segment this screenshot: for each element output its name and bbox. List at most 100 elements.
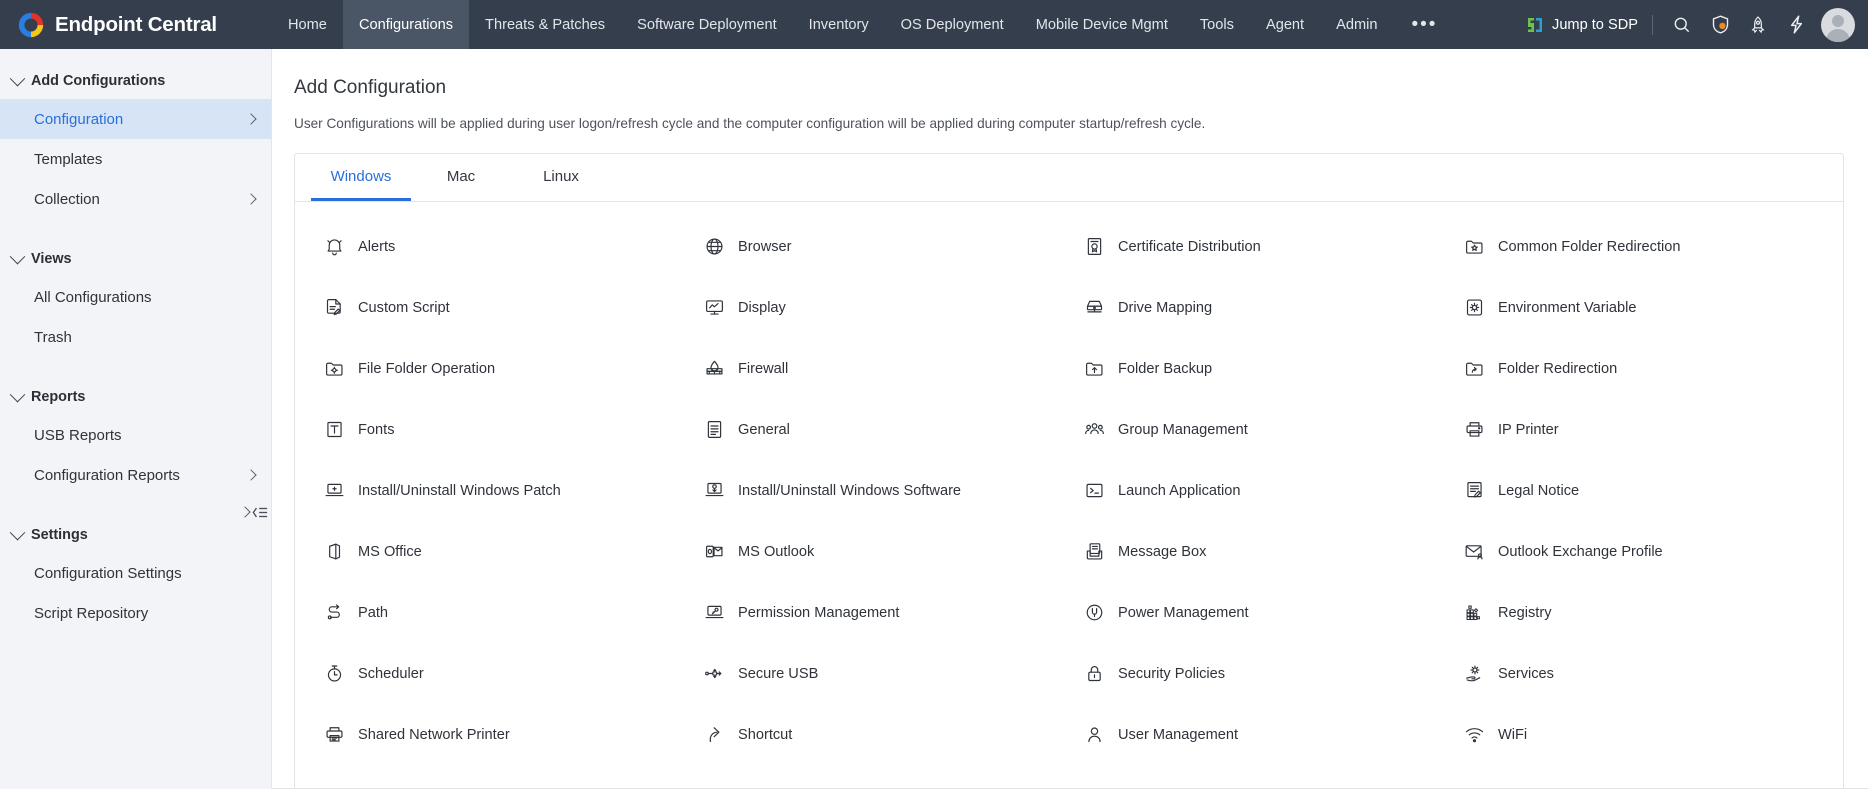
configuration-item-folder-backup[interactable]: Folder Backup [1073,338,1453,399]
endpoint-central-logo-icon [16,10,46,40]
sidebar-group-header[interactable]: Settings [0,517,271,553]
tab-mac[interactable]: Mac [411,154,511,201]
tab-windows[interactable]: Windows [311,154,411,201]
configuration-item-label: Shared Network Printer [358,727,510,743]
configuration-item-install-uninstall-windows-patch[interactable]: Install/Uninstall Windows Patch [313,460,693,521]
configuration-item-environment-variable[interactable]: Environment Variable [1453,277,1833,338]
configuration-item-ms-office[interactable]: MS Office [313,521,693,582]
sidebar-group-header[interactable]: Views [0,241,271,277]
sidebar-item-configuration-settings[interactable]: Configuration Settings [0,553,271,593]
sidebar-group-title: Add Configurations [31,73,165,89]
page-title: Add Configuration [272,77,1868,99]
nav-item-software-deployment[interactable]: Software Deployment [621,0,793,49]
configuration-item-label: Permission Management [738,605,899,621]
sidebar-item-trash[interactable]: Trash [0,317,271,357]
bell-icon [323,236,345,258]
configuration-item-scheduler[interactable]: Scheduler [313,643,693,704]
shield-icon[interactable] [1701,6,1739,44]
configuration-item-label: Folder Redirection [1498,361,1617,377]
folder-arrow-icon [1463,358,1485,380]
lightning-icon[interactable] [1777,6,1815,44]
sidebar-item-configuration[interactable]: Configuration [0,99,271,139]
nav-item-mobile-device-mgmt[interactable]: Mobile Device Mgmt [1020,0,1184,49]
configuration-item-permission-management[interactable]: Permission Management [693,582,1073,643]
gear-hand-icon [1463,663,1485,685]
folder-star-icon [1463,236,1485,258]
configuration-item-message-box[interactable]: Message Box [1073,521,1453,582]
avatar[interactable] [1821,8,1855,42]
brand[interactable]: Endpoint Central [0,0,272,49]
nav-more-icon[interactable]: ••• [1393,0,1455,49]
sidebar-item-script-repository[interactable]: Script Repository [0,593,271,633]
search-icon[interactable] [1663,6,1701,44]
configuration-item-ms-outlook[interactable]: MS Outlook [693,521,1073,582]
nav-item-inventory[interactable]: Inventory [793,0,885,49]
configuration-item-label: Custom Script [358,300,450,316]
configuration-item-label: Power Management [1118,605,1249,621]
configuration-item-outlook-exchange-profile[interactable]: Outlook Exchange Profile [1453,521,1833,582]
configuration-item-legal-notice[interactable]: Legal Notice [1453,460,1833,521]
sidebar-item-configuration-reports[interactable]: Configuration Reports [0,455,271,495]
sidebar-item-collection[interactable]: Collection [0,179,271,219]
configuration-item-custom-script[interactable]: Custom Script [313,277,693,338]
sidebar-item-all-configurations[interactable]: All Configurations [0,277,271,317]
sidebar-item-label: USB Reports [34,427,259,444]
firewall-icon [703,358,725,380]
configuration-item-fonts[interactable]: Fonts [313,399,693,460]
jump-to-sdp-label: Jump to SDP [1552,17,1638,33]
rocket-icon[interactable] [1739,6,1777,44]
sidebar-group-header[interactable]: Add Configurations [0,63,271,99]
nav-item-configurations[interactable]: Configurations [343,0,469,49]
configuration-item-general[interactable]: General [693,399,1073,460]
collapse-sidebar-icon[interactable] [237,489,271,535]
nav-item-threats-patches[interactable]: Threats & Patches [469,0,621,49]
configuration-item-ip-printer[interactable]: IP Printer [1453,399,1833,460]
sidebar-group-title: Views [31,251,72,267]
tab-linux[interactable]: Linux [511,154,611,201]
nav-item-tools[interactable]: Tools [1184,0,1250,49]
envelope-user-icon [1463,541,1485,563]
top-nav-items: HomeConfigurationsThreats & PatchesSoftw… [272,0,1525,49]
page-subtitle: User Configurations will be applied duri… [272,116,1868,131]
configuration-item-power-management[interactable]: Power Management [1073,582,1453,643]
configuration-item-certificate-distribution[interactable]: Certificate Distribution [1073,216,1453,277]
nav-item-admin[interactable]: Admin [1320,0,1393,49]
configuration-item-label: Install/Uninstall Windows Software [738,483,961,499]
configuration-item-firewall[interactable]: Firewall [693,338,1073,399]
registry-blocks-icon [1463,602,1485,624]
configuration-item-path[interactable]: Path [313,582,693,643]
configuration-item-launch-application[interactable]: Launch Application [1073,460,1453,521]
configuration-item-drive-mapping[interactable]: Drive Mapping [1073,277,1453,338]
configuration-item-wifi[interactable]: WiFi [1453,704,1833,765]
configuration-item-shortcut[interactable]: Shortcut [693,704,1073,765]
configuration-item-label: Group Management [1118,422,1248,438]
sidebar-item-usb-reports[interactable]: USB Reports [0,415,271,455]
nav-item-agent[interactable]: Agent [1250,0,1320,49]
configuration-item-security-policies[interactable]: Security Policies [1073,643,1453,704]
configuration-item-display[interactable]: Display [693,277,1073,338]
sidebar-item-label: Trash [34,329,259,346]
configuration-item-folder-redirection[interactable]: Folder Redirection [1453,338,1833,399]
nav-item-os-deployment[interactable]: OS Deployment [885,0,1020,49]
configuration-item-services[interactable]: Services [1453,643,1833,704]
configuration-item-file-folder-operation[interactable]: File Folder Operation [313,338,693,399]
configuration-item-browser[interactable]: Browser [693,216,1073,277]
configuration-item-label: Services [1498,666,1554,682]
configuration-item-registry[interactable]: Registry [1453,582,1833,643]
configuration-item-user-management[interactable]: User Management [1073,704,1453,765]
configuration-item-alerts[interactable]: Alerts [313,216,693,277]
configuration-item-secure-usb[interactable]: Secure USB [693,643,1073,704]
configuration-item-label: Common Folder Redirection [1498,239,1681,255]
sidebar-item-templates[interactable]: Templates [0,139,271,179]
sidebar-group-header[interactable]: Reports [0,379,271,415]
ms-office-icon [323,541,345,563]
globe-icon [703,236,725,258]
configuration-item-label: Legal Notice [1498,483,1579,499]
nav-item-home[interactable]: Home [272,0,343,49]
configuration-item-install-uninstall-windows-software[interactable]: Install/Uninstall Windows Software [693,460,1073,521]
configuration-item-group-management[interactable]: Group Management [1073,399,1453,460]
jump-to-sdp-button[interactable]: Jump to SDP [1525,15,1638,35]
configuration-item-common-folder-redirection[interactable]: Common Folder Redirection [1453,216,1833,277]
configuration-item-shared-network-printer[interactable]: Shared Network Printer [313,704,693,765]
usb-icon [703,663,725,685]
